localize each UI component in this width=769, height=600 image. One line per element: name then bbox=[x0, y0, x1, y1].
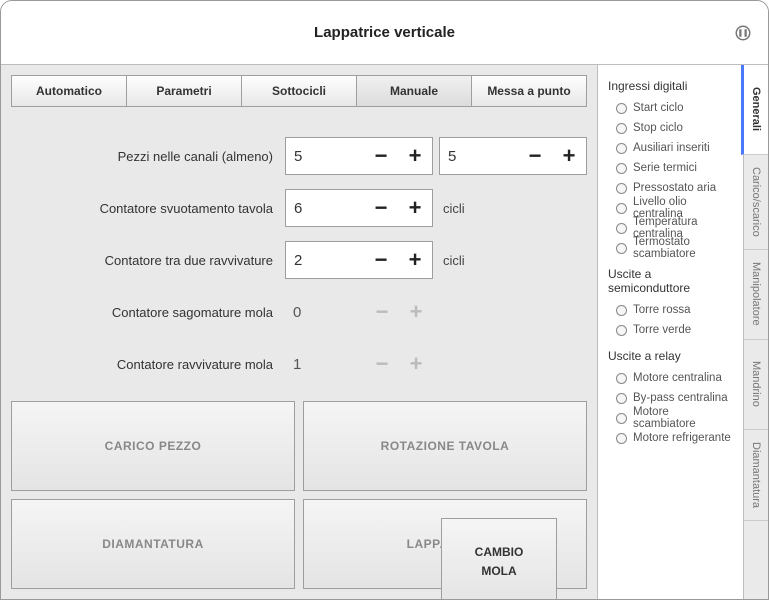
minus-button[interactable]: − bbox=[364, 242, 398, 278]
tab-sottocicli[interactable]: Sottocicli bbox=[242, 76, 357, 106]
param-row-ravvivature: Contatore tra due ravvivature − + cicli bbox=[11, 241, 587, 279]
param-row-sagomature: Contatore sagomature mola − + bbox=[11, 293, 587, 331]
param-label: Contatore tra due ravvivature bbox=[11, 253, 279, 268]
vtab-manipolatore[interactable]: Manipolatore bbox=[744, 250, 768, 340]
plus-button: + bbox=[399, 345, 433, 383]
led-icon bbox=[616, 143, 627, 154]
io-group-relay-out: Uscite a relay Motore centralina By-pass… bbox=[606, 349, 735, 447]
vtab-diamantatura[interactable]: Diamantatura bbox=[744, 430, 768, 521]
param-row-ravvivature-mola: Contatore ravvivature mola − + bbox=[11, 345, 587, 383]
page-title: Lappatrice verticale bbox=[314, 24, 455, 41]
plus-button[interactable]: + bbox=[398, 242, 432, 278]
app-window: Lappatrice verticale Automatico Parametr… bbox=[0, 0, 769, 600]
param-label: Contatore sagomature mola bbox=[11, 305, 279, 320]
minus-button: − bbox=[365, 345, 399, 383]
led-icon bbox=[616, 393, 627, 404]
led-icon bbox=[616, 243, 627, 254]
io-panel: Ingressi digitali Start ciclo Stop ciclo… bbox=[597, 65, 743, 599]
value-sagomature bbox=[285, 293, 343, 331]
param-row-svuotamento: Contatore svuotamento tavola − + cicli bbox=[11, 189, 587, 227]
tab-messa-a-punto[interactable]: Messa a punto bbox=[472, 76, 586, 106]
tab-parametri[interactable]: Parametri bbox=[127, 76, 242, 106]
input-ravvivature[interactable] bbox=[286, 242, 344, 278]
param-row-pezzi-canali: Pezzi nelle canali (almeno) − + − + bbox=[11, 137, 587, 175]
input-svuotamento[interactable] bbox=[286, 190, 344, 226]
io-item[interactable]: By-pass centralina bbox=[616, 389, 735, 407]
input-pezzi-canali-2[interactable] bbox=[440, 138, 498, 174]
minus-button[interactable]: − bbox=[364, 138, 398, 174]
io-group-digital-in: Ingressi digitali Start ciclo Stop ciclo… bbox=[606, 79, 735, 257]
plus-button: + bbox=[399, 293, 433, 331]
parameter-block: Pezzi nelle canali (almeno) − + − + bbox=[11, 107, 587, 383]
status-icon[interactable] bbox=[734, 24, 752, 42]
io-item[interactable]: Motore scambiatore bbox=[616, 409, 735, 427]
plus-button[interactable]: + bbox=[398, 138, 432, 174]
led-icon bbox=[616, 305, 627, 316]
diamantatura-button[interactable]: DIAMANTATURA bbox=[11, 499, 295, 589]
io-item[interactable]: Start ciclo bbox=[616, 99, 735, 117]
stepper-pezzi-canali-2: − + bbox=[439, 137, 587, 175]
tab-manuale[interactable]: Manuale bbox=[357, 76, 472, 106]
io-group-title: Uscite a semiconduttore bbox=[608, 267, 735, 295]
io-group-semiconductor-out: Uscite a semiconduttore Torre rossa Torr… bbox=[606, 267, 735, 339]
io-item[interactable]: Motore centralina bbox=[616, 369, 735, 387]
io-item[interactable]: Stop ciclo bbox=[616, 119, 735, 137]
io-item[interactable]: Pressostato aria bbox=[616, 179, 735, 197]
cambio-mola-button[interactable]: CAMBIO MOLA bbox=[441, 518, 557, 600]
led-icon bbox=[616, 163, 627, 174]
io-item[interactable]: Livello olio centralina bbox=[616, 199, 735, 217]
minus-button[interactable]: − bbox=[518, 138, 552, 174]
stepper-pezzi-canali-1: − + bbox=[285, 137, 433, 175]
led-icon bbox=[616, 223, 627, 234]
minus-button[interactable]: − bbox=[364, 190, 398, 226]
io-item[interactable]: Temperatura centralina bbox=[616, 219, 735, 237]
led-icon bbox=[616, 433, 627, 444]
minus-button: − bbox=[365, 293, 399, 331]
vertical-tabstrip: Generali Carico/scarico Manipolatore Man… bbox=[743, 65, 768, 599]
io-group-title: Ingressi digitali bbox=[608, 79, 735, 93]
stepper-ravvivature-mola: − + bbox=[285, 345, 433, 383]
io-group-title: Uscite a relay bbox=[608, 349, 735, 363]
content: Automatico Parametri Sottocicli Manuale … bbox=[1, 65, 768, 599]
plus-button[interactable]: + bbox=[398, 190, 432, 226]
param-label: Contatore ravvivature mola bbox=[11, 357, 279, 372]
io-item[interactable]: Torre verde bbox=[616, 321, 735, 339]
io-item[interactable]: Torre rossa bbox=[616, 301, 735, 319]
rotazione-tavola-button[interactable]: ROTAZIONE TAVOLA bbox=[303, 401, 587, 491]
led-icon bbox=[616, 413, 627, 424]
led-icon bbox=[616, 203, 627, 214]
led-icon bbox=[616, 373, 627, 384]
led-icon bbox=[616, 325, 627, 336]
param-label: Pezzi nelle canali (almeno) bbox=[11, 149, 279, 164]
titlebar: Lappatrice verticale bbox=[1, 1, 768, 65]
unit-label: cicli bbox=[439, 253, 465, 268]
tab-automatico[interactable]: Automatico bbox=[12, 76, 127, 106]
vtab-mandrino[interactable]: Mandrino bbox=[744, 340, 768, 430]
io-item[interactable]: Serie termici bbox=[616, 159, 735, 177]
top-tabbar: Automatico Parametri Sottocicli Manuale … bbox=[11, 75, 587, 107]
unit-label: cicli bbox=[439, 201, 465, 216]
plus-button[interactable]: + bbox=[552, 138, 586, 174]
input-pezzi-canali-1[interactable] bbox=[286, 138, 344, 174]
led-icon bbox=[616, 183, 627, 194]
param-label: Contatore svuotamento tavola bbox=[11, 201, 279, 216]
vtab-carico-scarico[interactable]: Carico/scarico bbox=[744, 155, 768, 250]
value-ravvivature-mola bbox=[285, 345, 343, 383]
led-icon bbox=[616, 123, 627, 134]
stepper-sagomature: − + bbox=[285, 293, 433, 331]
carico-pezzo-button[interactable]: CARICO PEZZO bbox=[11, 401, 295, 491]
io-item[interactable]: Ausiliari inseriti bbox=[616, 139, 735, 157]
vtab-generali[interactable]: Generali bbox=[741, 65, 768, 155]
stepper-svuotamento: − + bbox=[285, 189, 433, 227]
io-item[interactable]: Termostato scambiatore bbox=[616, 239, 735, 257]
stepper-ravvivature: − + bbox=[285, 241, 433, 279]
led-icon bbox=[616, 103, 627, 114]
io-item[interactable]: Motore refrigerante bbox=[616, 429, 735, 447]
main-area: Automatico Parametri Sottocicli Manuale … bbox=[1, 65, 597, 599]
